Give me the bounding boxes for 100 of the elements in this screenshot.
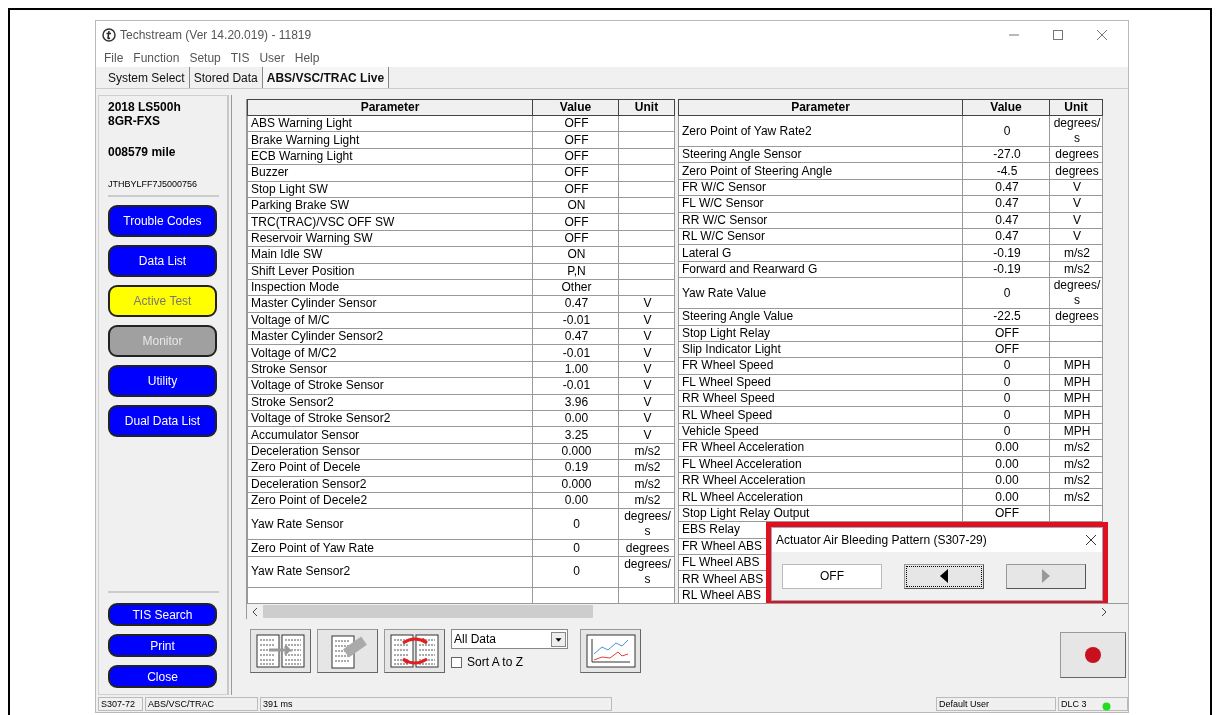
close-icon[interactable]: [1086, 535, 1096, 545]
menu-item[interactable]: Help: [294, 51, 320, 65]
status-text: Default User: [936, 697, 1056, 711]
menu-item[interactable]: Function: [133, 51, 180, 65]
table-cell: RR Wheel Speed: [678, 391, 963, 408]
left-triangle-icon: [940, 569, 948, 583]
table-cell: FR Wheel Acceleration: [678, 440, 963, 457]
maximize-icon[interactable]: [1053, 30, 1063, 40]
data-filter-dropdown[interactable]: All Data: [451, 629, 568, 649]
table-cell: Master Cylinder Sensor: [247, 296, 533, 313]
sidebar-button[interactable]: TIS Search: [108, 603, 217, 626]
menu-item[interactable]: Setup: [189, 51, 221, 65]
sidebar-button[interactable]: Dual Data List: [108, 405, 217, 437]
column-header: Parameter: [678, 99, 963, 116]
table-cell: FL W/C Sensor: [678, 196, 963, 213]
record-icon: [1084, 646, 1102, 664]
status-text: 391 ms: [260, 697, 612, 711]
table-cell: 0: [533, 556, 619, 588]
table-cell: Master Cylinder Sensor2: [247, 329, 533, 346]
table-cell: degrees: [619, 540, 675, 557]
menu-item[interactable]: TIS: [230, 51, 250, 65]
table-cell: Lateral G: [678, 245, 963, 262]
table-cell: [619, 132, 675, 149]
sidebar-button[interactable]: Trouble Codes: [108, 205, 217, 237]
sidebar-button[interactable]: Print: [108, 634, 217, 657]
table-cell: 0: [963, 278, 1050, 310]
table-cell: 3.25: [533, 427, 619, 444]
tab[interactable]: ABS/VSC/TRAC Live: [262, 67, 390, 88]
table-cell: ABS Warning Light: [247, 116, 533, 133]
table-cell: 0.00: [963, 473, 1050, 490]
scroll-right-icon[interactable]: [1100, 607, 1108, 616]
table-cell: m/s2: [619, 460, 675, 477]
swap-lists-button[interactable]: [384, 629, 445, 673]
column-header: Parameter: [247, 99, 533, 116]
sort-label: Sort A to Z: [467, 655, 524, 669]
engine-code: 8GR-FXS: [108, 114, 161, 128]
table-cell: 0: [533, 509, 619, 541]
table-cell: Brake Warning Light: [247, 132, 533, 149]
table-cell: V: [619, 427, 675, 444]
table-cell: RL Wheel Acceleration: [678, 489, 963, 506]
sidebar-button[interactable]: Active Test: [108, 285, 217, 317]
sort-checkbox[interactable]: [451, 656, 462, 668]
table-cell: Zero Point of Yaw Rate2: [678, 116, 963, 147]
sidebar-button[interactable]: Utility: [108, 365, 217, 397]
table-cell: -0.01: [533, 345, 619, 362]
table-cell: Buzzer: [247, 165, 533, 182]
table-cell: m/s2: [1050, 245, 1103, 262]
table-cell: Main Idle SW: [247, 247, 533, 264]
table-cell: m/s2: [1050, 473, 1103, 490]
window-title: Techstream (Ver 14.20.019) - 11819: [120, 28, 313, 42]
mileage: 008579 mile: [108, 145, 177, 159]
table-cell: [619, 165, 675, 182]
table-cell: V: [619, 345, 675, 362]
transfer-list-button[interactable]: [250, 629, 311, 673]
table-cell: MPH: [1050, 391, 1103, 408]
menu-item[interactable]: File: [104, 51, 124, 65]
table-cell: TRC(TRAC)/VSC OFF SW: [247, 214, 533, 231]
table-cell: Zero Point of Steering Angle: [678, 163, 963, 180]
table-cell: Yaw Rate Sensor2: [247, 556, 533, 588]
table-cell: 0: [963, 358, 1050, 375]
table-cell: 0.19: [533, 460, 619, 477]
scroll-left-icon[interactable]: [251, 607, 259, 616]
table-cell: -4.5: [963, 163, 1050, 180]
table-cell: V: [619, 378, 675, 395]
previous-button[interactable]: [904, 563, 984, 589]
table-cell: Voltage of M/C2: [247, 345, 533, 362]
table-cell: RR Wheel Acceleration: [678, 473, 963, 490]
table-cell: Accumulator Sensor: [247, 427, 533, 444]
graph-button[interactable]: [580, 629, 641, 673]
table-cell: [619, 247, 675, 264]
value-display: OFF: [782, 563, 882, 589]
column-header: Value: [533, 99, 619, 116]
table-cell: MPH: [1050, 407, 1103, 424]
sidebar-button[interactable]: Data List: [108, 245, 217, 277]
table-cell: 0: [963, 407, 1050, 424]
table-cell: degrees/s: [619, 556, 675, 588]
table-cell: -0.19: [963, 245, 1050, 262]
table-cell: degrees: [1050, 163, 1103, 180]
table-cell: Yaw Rate Sensor: [247, 509, 533, 541]
status-text: DLC 3: [1058, 697, 1128, 711]
table-cell: 0: [963, 116, 1050, 147]
table-cell: OFF: [533, 116, 619, 133]
column-header: Unit: [1050, 99, 1103, 116]
swap-lists-icon: [388, 633, 441, 669]
vehicle-model: 2018 LS500h: [108, 100, 182, 114]
sidebar-button[interactable]: Close: [108, 665, 217, 688]
table-cell: Zero Point of Decele: [247, 460, 533, 477]
table-cell: V: [619, 411, 675, 428]
menu-item[interactable]: User: [259, 51, 285, 65]
table-cell: Voltage of Stroke Sensor2: [247, 411, 533, 428]
table-cell: [619, 214, 675, 231]
table-cell: 0.47: [533, 329, 619, 346]
table-cell: 0.00: [963, 440, 1050, 457]
column-header: Unit: [619, 99, 675, 116]
record-button[interactable]: [1060, 632, 1126, 678]
list-transfer-icon: [254, 633, 307, 669]
table-cell: -22.5: [963, 309, 1050, 326]
table-cell: V: [619, 329, 675, 346]
vin: JTHBYLFF7J5000756: [108, 179, 219, 197]
eraser-list-button[interactable]: [317, 629, 378, 673]
